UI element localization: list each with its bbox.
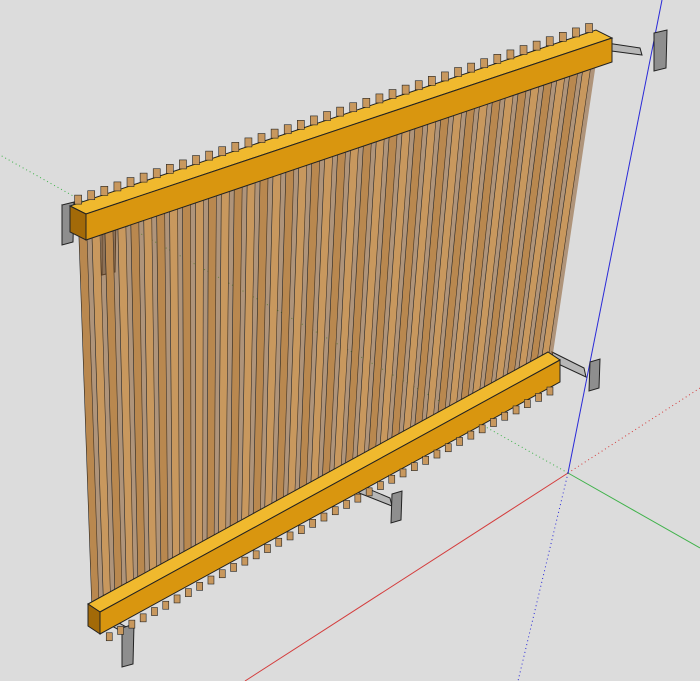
slat-bottom-tip [185,588,192,597]
slat-bottom-tip [456,437,463,446]
slat-bottom-tip [433,449,441,459]
slat-top-tip [532,40,541,51]
slat-top-tip [545,36,554,47]
slat-top-tip [218,146,227,157]
slat-top-tip [414,80,423,91]
slat-top-tip [480,58,489,69]
slat-top-tip [388,89,397,99]
slat-top-tip [74,194,82,205]
slat-top-tip [362,98,371,108]
slat-top-tip [441,71,449,82]
slat-top-tip [375,93,384,104]
slat-bottom-tip [252,550,260,560]
slat-top-tip [192,155,200,165]
bracket-bottom-mid-plate [390,490,403,524]
green-axis-line [567,472,700,549]
slat-top-tip [454,67,462,77]
slat-bottom-tip [173,594,181,604]
slat-top-tip [113,181,122,192]
slat-bottom-tip [354,493,362,503]
slat-bottom-tip [128,619,136,629]
slat-bottom-tip [230,563,237,572]
slat-top-tip [493,54,502,64]
slat-top-tip [585,23,593,33]
slat-top-tip [297,120,305,130]
slat [182,172,192,563]
slat-top-tip [179,159,187,170]
slat-bottom-tip [411,462,418,471]
slat-bottom-tip [512,405,520,415]
slat-bottom-tip [377,481,384,490]
slat-bottom-tip [105,632,113,642]
slat-bottom-tip [196,582,203,591]
slat-bottom-tip [490,418,497,427]
slat-bottom-tip [546,386,554,396]
slat-bottom-tip [535,393,542,402]
slat-bottom-tip [151,607,158,616]
slat-bottom-tip [343,500,350,509]
red-axis-dotted [567,387,700,474]
slat-bottom-tip [264,544,271,553]
slat-bottom-tip [241,556,249,566]
sketchup-viewport[interactable] [0,0,700,681]
slat-bottom-tip [331,506,339,516]
bracket-mid-right-plate [588,358,601,392]
slat-top-tip [205,150,213,161]
slat-top-tip [166,164,174,174]
slat-bottom-tip [524,399,531,408]
blue-axis-dotted [517,472,569,681]
slat-top-tip [559,32,567,42]
slat [195,167,204,556]
slat-bottom-tip [365,487,373,497]
slat-top-tip [349,102,358,113]
slat-bottom-tip [309,519,316,528]
slat-bottom-tip [467,430,475,440]
slat-bottom-tip [207,575,215,585]
slat-bottom-tip [501,411,509,421]
slat-bottom-tip [218,569,226,579]
slat-top-tip [126,177,135,187]
slat-bottom-tip [286,531,294,541]
slat-top-tip [467,62,475,73]
slat-top-tip [270,128,279,139]
slat-bottom-tip [478,424,486,434]
slat-bottom-tip [117,626,124,635]
slat-bottom-tip [298,525,305,534]
bracket-top-right-plate [653,29,668,72]
slat-gap-shadow [190,170,196,558]
slat-bottom-tip [388,474,396,484]
slat-top-tip [152,168,161,179]
slat-bottom-tip [399,468,407,478]
slat-top-tip [244,137,253,148]
slat-top-tip [336,106,344,117]
slat-bottom-tip [320,512,328,522]
slat-top-tip [506,49,515,60]
slat-top-tip [87,190,96,201]
slat-top-tip [323,111,331,121]
3d-model-canvas[interactable] [0,0,700,681]
slat-bottom-tip [422,456,429,465]
slat-bottom-tip [444,443,452,453]
slat-top-tip [428,76,436,86]
slat-top-tip [283,124,292,135]
slat-top-tip [572,27,580,38]
slat-top-tip [401,84,410,95]
slat-bottom-tip [162,600,170,610]
slat-top-tip [231,142,240,152]
slat-top-tip [139,172,148,183]
slat-top-tip [100,186,109,196]
slat-top-tip [519,45,528,55]
slat-top-tip [310,115,318,126]
slat-bottom-tip [275,537,283,547]
slat-bottom-tip [139,613,147,623]
slat-top-tip [257,133,266,143]
